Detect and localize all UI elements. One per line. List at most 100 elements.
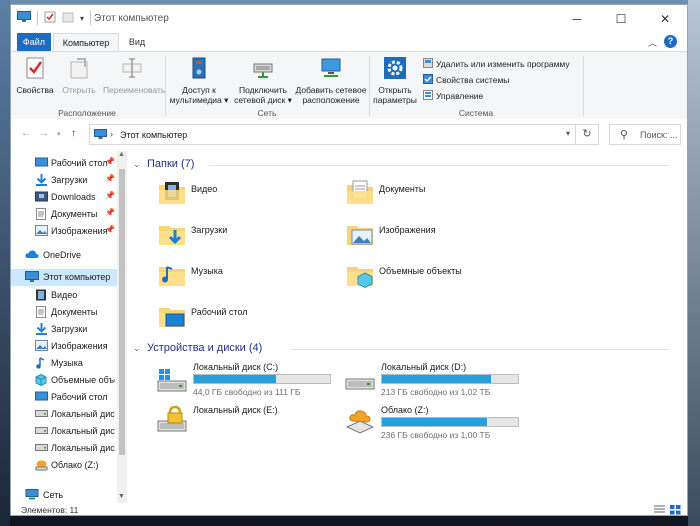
desktop-background-right [688, 0, 700, 526]
open-settings-button[interactable]: Открыть параметры [371, 56, 419, 105]
nav-item-label: Документы [51, 209, 97, 219]
folder-tile-video[interactable]: Видео [157, 177, 337, 217]
drive-tile-d[interactable]: Локальный диск (D:) 213 ГБ свободно из 1… [345, 362, 525, 408]
music-icon [35, 357, 47, 371]
recent-locations-chevron-icon[interactable]: ▾ [57, 130, 61, 138]
pin-icon[interactable]: 📌 [105, 191, 115, 200]
drive-tile-e[interactable]: Локальный диск (E:) [157, 405, 337, 451]
forward-arrow-icon[interactable]: → [39, 128, 49, 139]
drive-icon [35, 442, 48, 454]
nav-item-drive-d[interactable]: Локальный диск (D:) [11, 423, 115, 440]
help-button[interactable]: ? [664, 35, 677, 48]
pin-icon[interactable]: 📌 [105, 225, 115, 234]
collapse-ribbon-chevron-icon[interactable]: ︿ [648, 36, 657, 49]
rename-button[interactable]: Переименовать [103, 56, 161, 95]
folder-tile-pictures[interactable]: Изображения [345, 218, 525, 258]
nav-item-cloud-z[interactable]: Облако (Z:) [11, 457, 115, 474]
pin-icon[interactable]: 📌 [105, 157, 115, 166]
drive-tile-c[interactable]: Локальный диск (C:) 44,0 ГБ свободно из … [157, 362, 337, 408]
map-network-drive-button[interactable]: Подключить сетевой диск ▾ [231, 56, 295, 105]
details-view-icon[interactable] [654, 505, 665, 515]
nav-item-drive-e[interactable]: Локальный диск (E:) [11, 440, 115, 457]
navigation-pane: Рабочий стол 📌 Загрузки 📌 Downloads 📌 До… [11, 151, 129, 503]
tab-file[interactable]: Файл [17, 33, 51, 51]
add-network-location-button[interactable]: Добавить сетевое расположение [295, 56, 367, 105]
folder-tile-music[interactable]: Музыка [157, 259, 337, 299]
nav-item-video[interactable]: Видео [11, 287, 115, 304]
collapse-chevron-icon[interactable]: ⌄ [133, 343, 141, 354]
pin-icon[interactable]: 📌 [105, 174, 115, 183]
address-bar[interactable]: › Этот компьютер ▾ ↻ [89, 124, 599, 145]
nav-item-downloads-en[interactable]: Downloads 📌 [11, 189, 115, 206]
computer-icon[interactable] [17, 11, 31, 25]
maximize-button[interactable]: ☐ [599, 5, 643, 33]
large-icons-view-icon[interactable] [670, 505, 681, 515]
uninstall-program-button[interactable]: Удалить или изменить программу [423, 58, 570, 70]
properties-button[interactable]: Свойства [15, 56, 55, 95]
tab-view[interactable]: Вид [123, 33, 151, 51]
nav-item-label: Загрузки [51, 175, 87, 185]
add-location-label-1: Добавить сетевое [295, 85, 366, 95]
nav-item-downloads-ru[interactable]: Загрузки 📌 [11, 172, 115, 189]
folder-label: Видео [191, 184, 217, 194]
scroll-down-chevron-icon[interactable]: ▼ [118, 493, 125, 500]
nav-item-label: Downloads [51, 192, 96, 202]
manage-button[interactable]: Управление [423, 90, 483, 102]
nav-item-this-pc[interactable]: Этот компьютер [11, 269, 117, 286]
nav-item-documents[interactable]: Документы 📌 [11, 206, 115, 223]
properties-check-icon[interactable] [44, 11, 56, 25]
drive-usage-fill [382, 418, 487, 426]
nav-item-pictures[interactable]: Изображения 📌 [11, 223, 115, 240]
nav-item-3d-objects[interactable]: Объемные объекты [11, 372, 115, 389]
nav-item-network[interactable]: Сеть [11, 487, 115, 504]
folder-label: Загрузки [191, 225, 227, 235]
properties-icon [15, 56, 55, 82]
nav-item-desktop[interactable]: Рабочий стол 📌 [11, 155, 115, 172]
group-label-system: Система [371, 108, 581, 118]
nav-item-downloads-pc[interactable]: Загрузки [11, 321, 115, 338]
tab-computer[interactable]: Компьютер [53, 33, 119, 52]
scroll-up-chevron-icon[interactable]: ▲ [118, 151, 125, 158]
nav-item-pictures-pc[interactable]: Изображения [11, 338, 115, 355]
music-folder-icon [157, 259, 187, 291]
search-placeholder[interactable]: Поиск: ... [640, 130, 677, 140]
folder-tile-documents[interactable]: Документы [345, 177, 525, 217]
folder-tile-desktop[interactable]: Рабочий стол [157, 300, 337, 340]
drive-icon [35, 425, 48, 437]
system-properties-button[interactable]: Свойства системы [423, 74, 509, 86]
network-drive-icon [231, 56, 295, 82]
new-folder-icon[interactable] [62, 11, 74, 25]
address-dropdown-chevron-icon[interactable]: ▾ [566, 129, 570, 138]
nav-item-label: Объемные объекты [51, 375, 115, 385]
open-button[interactable]: Открыть [59, 56, 99, 95]
refresh-icon[interactable]: ↻ [575, 125, 598, 144]
nav-item-drive-c[interactable]: Локальный диск (C:) [11, 406, 115, 423]
onedrive-cloud-icon [25, 249, 39, 261]
nav-item-onedrive[interactable]: OneDrive [11, 247, 115, 264]
folder-tile-downloads[interactable]: Загрузки [157, 218, 337, 258]
address-path[interactable]: Этот компьютер [120, 130, 187, 140]
folders-section-header[interactable]: ⌄ Папки (7) [129, 157, 679, 173]
up-arrow-icon[interactable]: ↑ [71, 128, 76, 139]
drive-tile-z[interactable]: Облако (Z:) 236 ГБ свободно из 1,00 ТБ [345, 405, 525, 451]
collapse-chevron-icon[interactable]: ⌄ [133, 159, 141, 170]
pin-icon[interactable]: 📌 [105, 208, 115, 217]
scrollbar-thumb[interactable] [119, 169, 125, 455]
nav-item-music[interactable]: Музыка [11, 355, 115, 372]
nav-item-desktop-pc[interactable]: Рабочий стол [11, 389, 115, 406]
nav-item-label: Изображения [51, 341, 108, 351]
back-arrow-icon[interactable]: ← [21, 128, 31, 139]
drives-section-header[interactable]: ⌄ Устройства и диски (4) [129, 341, 679, 357]
folder-tile-3d-objects[interactable]: Объемные объекты [345, 259, 525, 299]
navigation-bar: ← → ▾ ↑ › Этот компьютер ▾ ↻ ⚲ Поиск: ..… [11, 119, 687, 151]
nav-item-documents-pc[interactable]: Документы [11, 304, 115, 321]
close-button[interactable]: ✕ [643, 5, 687, 33]
minimize-button[interactable]: ─ [555, 5, 599, 33]
network-location-icon [295, 56, 367, 82]
nav-pane-scrollbar[interactable]: ▲ ▼ [117, 151, 127, 503]
drive-icon [345, 368, 375, 398]
search-box[interactable]: ⚲ Поиск: ... [609, 124, 681, 145]
customize-toolbar-icon[interactable]: ▾ [80, 14, 84, 23]
media-access-button[interactable]: Доступ к мультимедиа ▾ [167, 56, 231, 105]
breadcrumb-chevron-icon[interactable]: › [110, 129, 113, 139]
